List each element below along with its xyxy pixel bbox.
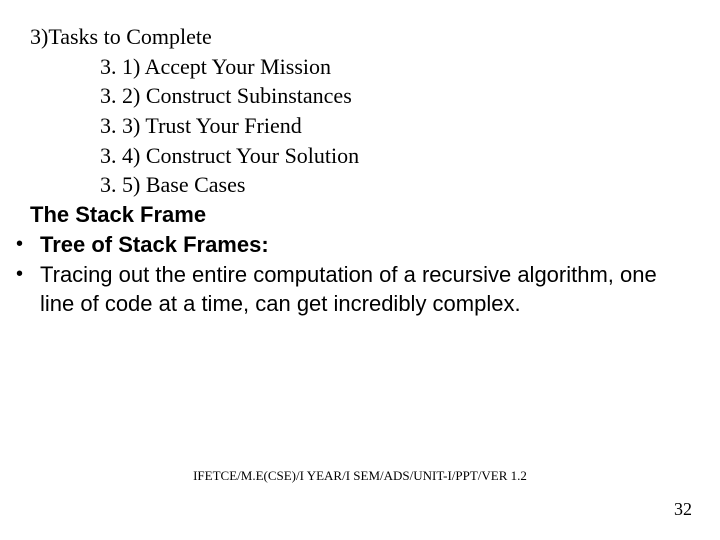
bullet-item: • Tracing out the entire computation of … xyxy=(0,260,720,319)
subheading: The Stack Frame xyxy=(0,200,720,230)
task-item: 3. 1) Accept Your Mission xyxy=(0,52,720,82)
page-number: 32 xyxy=(674,499,692,520)
task-item: 3. 3) Trust Your Friend xyxy=(0,111,720,141)
section-heading: 3)Tasks to Complete xyxy=(0,22,720,52)
bullet-item: • Tree of Stack Frames: xyxy=(0,230,720,260)
bullet-dot-icon: • xyxy=(0,260,40,289)
task-item: 3. 5) Base Cases xyxy=(0,170,720,200)
slide: 3)Tasks to Complete 3. 1) Accept Your Mi… xyxy=(0,0,720,540)
task-item: 3. 4) Construct Your Solution xyxy=(0,141,720,171)
bullet-text: Tree of Stack Frames: xyxy=(40,230,720,260)
footer-text: IFETCE/M.E(CSE)/I YEAR/I SEM/ADS/UNIT-I/… xyxy=(0,468,720,484)
bullet-text: Tracing out the entire computation of a … xyxy=(40,260,720,319)
task-item: 3. 2) Construct Subinstances xyxy=(0,81,720,111)
bullet-dot-icon: • xyxy=(0,230,40,259)
